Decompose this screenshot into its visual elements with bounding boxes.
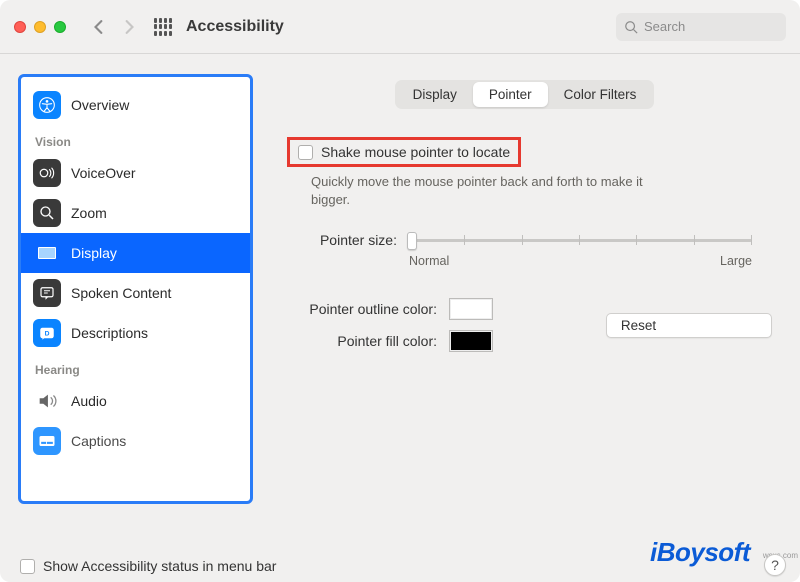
sidebar-item-voiceover[interactable]: VoiceOver	[21, 153, 250, 193]
sidebar-item-spoken-content[interactable]: Spoken Content	[21, 273, 250, 313]
fill-color-well[interactable]	[449, 330, 493, 352]
audio-icon	[33, 387, 61, 415]
fill-color-label: Pointer fill color:	[277, 333, 437, 349]
forward-button[interactable]	[116, 14, 142, 40]
content-pane: Display Pointer Color Filters Shake mous…	[277, 74, 782, 572]
accessibility-icon	[33, 91, 61, 119]
window-title: Accessibility	[186, 18, 284, 36]
body: Overview Vision VoiceOver Zoom Display	[0, 54, 800, 582]
footer: Show Accessibility status in menu bar	[20, 558, 276, 574]
shake-pointer-row: Shake mouse pointer to locate	[287, 137, 521, 167]
section-vision-label: Vision	[21, 125, 250, 153]
spoken-content-icon	[33, 279, 61, 307]
sidebar-item-zoom[interactable]: Zoom	[21, 193, 250, 233]
descriptions-icon: D	[33, 319, 61, 347]
sidebar-item-label: Spoken Content	[71, 285, 171, 301]
search-icon	[624, 20, 638, 34]
sidebar: Overview Vision VoiceOver Zoom Display	[18, 74, 253, 504]
minimize-window-button[interactable]	[34, 21, 46, 33]
back-button[interactable]	[86, 14, 112, 40]
show-status-checkbox[interactable]	[20, 559, 35, 574]
slider-max-label: Large	[720, 254, 752, 268]
shake-pointer-checkbox[interactable]	[298, 145, 313, 160]
pointer-size-slider[interactable]	[407, 230, 752, 250]
section-hearing-label: Hearing	[21, 353, 250, 381]
tab-display[interactable]: Display	[397, 82, 473, 107]
accessibility-prefs-window: Accessibility Search Overview Vision Voi…	[0, 0, 800, 582]
voiceover-icon	[33, 159, 61, 187]
sidebar-item-label: Audio	[71, 393, 107, 409]
sidebar-item-audio[interactable]: Audio	[21, 381, 250, 421]
titlebar: Accessibility Search	[0, 0, 800, 54]
captions-icon	[33, 427, 61, 455]
sidebar-item-label: VoiceOver	[71, 165, 136, 181]
shake-pointer-hint: Quickly move the mouse pointer back and …	[311, 173, 671, 208]
sidebar-item-display[interactable]: Display	[21, 233, 250, 273]
sidebar-item-captions[interactable]: Captions	[21, 421, 250, 461]
pointer-size-label: Pointer size:	[277, 232, 397, 248]
window-controls	[14, 21, 66, 33]
outline-color-well[interactable]	[449, 298, 493, 320]
show-status-label: Show Accessibility status in menu bar	[43, 558, 276, 574]
svg-text:D: D	[45, 330, 50, 337]
reset-button[interactable]: Reset	[606, 313, 772, 338]
sidebar-item-label: Overview	[71, 97, 129, 113]
slider-thumb[interactable]	[407, 232, 417, 250]
sidebar-item-overview[interactable]: Overview	[21, 85, 250, 125]
display-icon	[33, 239, 61, 267]
slider-labels: Normal Large	[409, 254, 752, 268]
zoom-icon	[33, 199, 61, 227]
outline-color-label: Pointer outline color:	[277, 301, 437, 317]
search-placeholder: Search	[644, 19, 685, 34]
pointer-color-rows: Pointer outline color: Reset Pointer fil…	[277, 298, 772, 352]
help-button[interactable]: ?	[764, 554, 786, 576]
pointer-size-row: Pointer size:	[277, 230, 772, 250]
sidebar-item-descriptions[interactable]: D Descriptions	[21, 313, 250, 353]
sidebar-item-label: Captions	[71, 433, 126, 449]
tab-color-filters[interactable]: Color Filters	[548, 82, 653, 107]
search-field[interactable]: Search	[616, 13, 786, 41]
tabs: Display Pointer Color Filters	[277, 80, 772, 109]
show-all-prefs-button[interactable]	[154, 18, 172, 36]
sidebar-item-label: Zoom	[71, 205, 107, 221]
slider-min-label: Normal	[409, 254, 449, 268]
zoom-window-button[interactable]	[54, 21, 66, 33]
watermark: iBoysoft	[650, 537, 750, 568]
close-window-button[interactable]	[14, 21, 26, 33]
sidebar-item-label: Descriptions	[71, 325, 148, 341]
tab-pointer[interactable]: Pointer	[473, 82, 548, 107]
sidebar-item-label: Display	[71, 245, 117, 261]
tab-group: Display Pointer Color Filters	[395, 80, 655, 109]
shake-pointer-label: Shake mouse pointer to locate	[321, 144, 510, 160]
